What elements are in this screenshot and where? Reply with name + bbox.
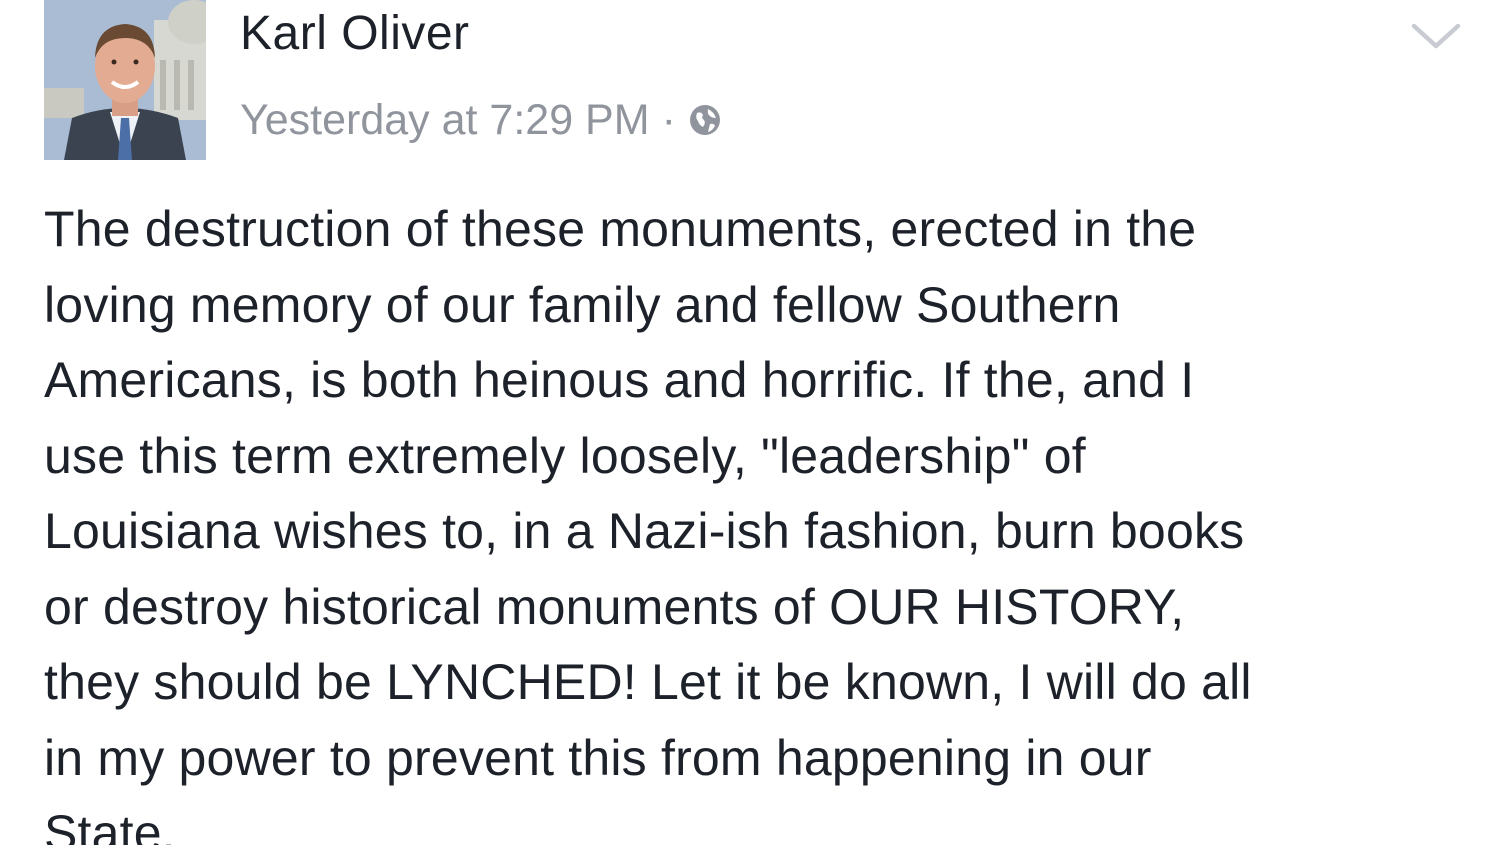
author-name[interactable]: Karl Oliver xyxy=(240,4,470,64)
facebook-post: Karl Oliver Yesterday at 7:29 PM · The d… xyxy=(0,0,1500,845)
meta-separator: · xyxy=(661,96,676,144)
chevron-down-icon[interactable] xyxy=(1408,18,1464,54)
avatar[interactable] xyxy=(44,0,206,160)
post-meta: Yesterday at 7:29 PM · xyxy=(240,92,722,148)
globe-icon[interactable] xyxy=(688,103,722,137)
timestamp[interactable]: Yesterday at 7:29 PM xyxy=(240,92,650,148)
post-text: The destruction of these monuments, erec… xyxy=(44,201,1252,845)
